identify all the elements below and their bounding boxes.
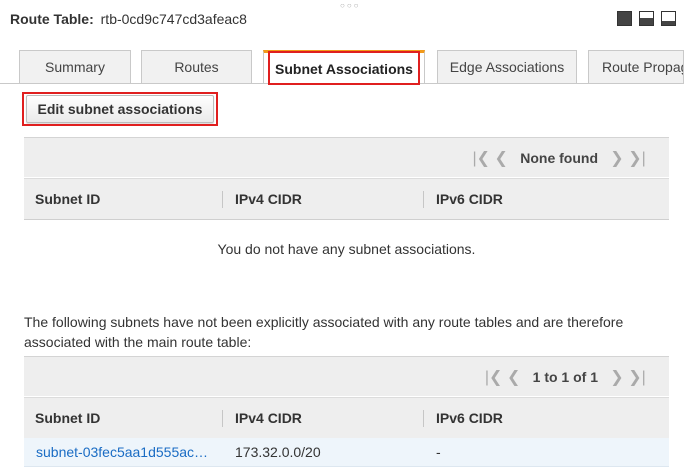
unassociated-table-toolbar: |❮ ❮ 1 to 1 of 1 ❯ ❯| (24, 356, 669, 396)
pager-status: None found (520, 150, 598, 166)
associated-pager: |❮ ❮ None found ❯ ❯| (471, 138, 669, 178)
prev-page-icon[interactable]: ❮ (491, 148, 511, 168)
associated-table-toolbar: |❮ ❮ None found ❯ ❯| (24, 137, 669, 177)
tabs-divider (0, 83, 684, 84)
column-ipv4-cidr[interactable]: IPv4 CIDR (235, 179, 302, 219)
unassociated-pager: |❮ ❮ 1 to 1 of 1 ❯ ❯| (484, 357, 669, 397)
next-page-icon[interactable]: ❯ (607, 367, 627, 387)
tab-summary[interactable]: Summary (19, 50, 131, 83)
route-table-label: Route Table: (10, 11, 94, 27)
ipv6-cidr-value: - (436, 444, 441, 460)
first-page-icon[interactable]: |❮ (471, 148, 491, 168)
column-subnet-id[interactable]: Subnet ID (35, 398, 100, 438)
tab-subnet-associations[interactable]: Subnet Associations (263, 50, 425, 84)
last-page-icon[interactable]: ❯| (627, 367, 647, 387)
route-table-title: Route Table: rtb-0cd9c747cd3afeac8 (10, 11, 247, 27)
panel-resize-grip[interactable]: ○○○ (340, 2, 361, 10)
ipv4-cidr-value: 173.32.0.0/20 (235, 444, 321, 460)
associated-table-header: Subnet ID IPv4 CIDR IPv6 CIDR (24, 178, 669, 220)
next-page-icon[interactable]: ❯ (607, 148, 627, 168)
pager-status: 1 to 1 of 1 (532, 369, 598, 385)
column-separator (423, 191, 424, 208)
column-ipv6-cidr[interactable]: IPv6 CIDR (436, 179, 503, 219)
first-page-icon[interactable]: |❮ (484, 367, 504, 387)
bottom-panel-icon[interactable] (661, 11, 676, 26)
route-table-id: rtb-0cd9c747cd3afeac8 (100, 11, 247, 27)
subnet-id-link[interactable]: subnet-03fec5aa1d555ac… (36, 438, 216, 466)
column-ipv6-cidr[interactable]: IPv6 CIDR (436, 398, 503, 438)
prev-page-icon[interactable]: ❮ (504, 367, 524, 387)
unassociated-table-header: Subnet ID IPv4 CIDR IPv6 CIDR (24, 397, 669, 439)
last-page-icon[interactable]: ❯| (627, 148, 647, 168)
edit-subnet-associations-button[interactable]: Edit subnet associations (26, 95, 214, 123)
column-ipv4-cidr[interactable]: IPv4 CIDR (235, 398, 302, 438)
main-route-table-note: The following subnets have not been expl… (24, 314, 624, 350)
empty-table-message: You do not have any subnet associations. (217, 241, 476, 257)
column-separator (222, 191, 223, 208)
column-separator (222, 410, 223, 427)
table-row[interactable]: subnet-03fec5aa1d555ac… 173.32.0.0/20 - (24, 438, 669, 467)
detail-tabs: Summary Routes Subnet Associations Edge … (0, 50, 684, 84)
column-subnet-id[interactable]: Subnet ID (35, 179, 100, 219)
full-panel-icon[interactable] (617, 11, 632, 26)
split-panel-icon[interactable] (639, 11, 654, 26)
tab-routes[interactable]: Routes (141, 50, 252, 83)
tab-route-propagation[interactable]: Route Propaga (588, 50, 684, 83)
column-separator (423, 410, 424, 427)
tab-edge-associations[interactable]: Edge Associations (437, 50, 577, 83)
